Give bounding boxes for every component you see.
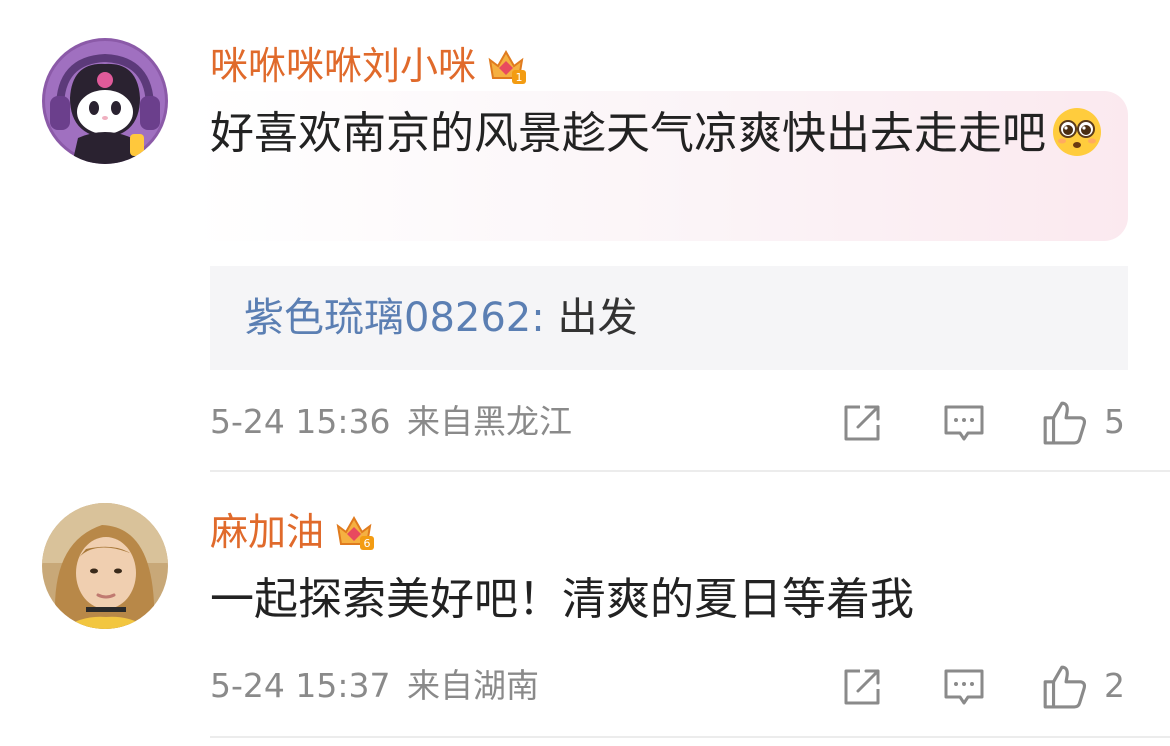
crown-badge-icon: 6 bbox=[336, 515, 375, 550]
like-count: 2 bbox=[1104, 666, 1125, 705]
avatar[interactable] bbox=[42, 503, 168, 629]
pleading-face-emoji-icon bbox=[1053, 108, 1101, 156]
reply-text: 出发 bbox=[557, 295, 638, 341]
thumbs-up-icon[interactable] bbox=[1040, 663, 1088, 709]
comment-meta: 5-24 15:36 来自黑龙江 bbox=[210, 400, 572, 444]
username-row: 麻加油 6 bbox=[210, 506, 376, 558]
comment-icon[interactable] bbox=[942, 665, 986, 709]
like-count: 5 bbox=[1104, 402, 1125, 441]
share-icon[interactable] bbox=[840, 401, 884, 445]
svg-text:1: 1 bbox=[516, 71, 523, 84]
comment-icon[interactable] bbox=[942, 401, 986, 445]
avatar[interactable] bbox=[42, 38, 168, 164]
comment-meta: 5-24 15:37 来自湖南 bbox=[210, 664, 539, 708]
reply-author[interactable]: 紫色琉璃08262 bbox=[244, 295, 531, 341]
svg-text:6: 6 bbox=[364, 537, 371, 550]
comment-text: 好喜欢南京的风景趁天气凉爽快出去走走吧 bbox=[210, 101, 1110, 167]
location: 来自湖南 bbox=[407, 666, 539, 705]
reply-separator: : bbox=[531, 295, 545, 341]
username-row: 咪咻咪咻刘小咪 1 bbox=[210, 40, 528, 92]
reply-box[interactable]: 紫色琉璃08262: 出发 bbox=[210, 266, 1128, 370]
reply-line: 紫色琉璃08262: 出发 bbox=[244, 288, 637, 348]
crown-badge-icon: 1 bbox=[488, 49, 527, 84]
timestamp: 5-24 15:36 bbox=[210, 402, 391, 441]
share-icon[interactable] bbox=[840, 665, 884, 709]
timestamp: 5-24 15:37 bbox=[210, 666, 391, 705]
username[interactable]: 麻加油 bbox=[210, 506, 324, 558]
location: 来自黑龙江 bbox=[407, 402, 572, 441]
comment-text: 一起探索美好吧！清爽的夏日等着我 bbox=[210, 574, 914, 625]
username[interactable]: 咪咻咪咻刘小咪 bbox=[210, 40, 476, 92]
divider bbox=[210, 470, 1170, 472]
divider bbox=[210, 736, 1170, 738]
thumbs-up-icon[interactable] bbox=[1040, 399, 1088, 445]
